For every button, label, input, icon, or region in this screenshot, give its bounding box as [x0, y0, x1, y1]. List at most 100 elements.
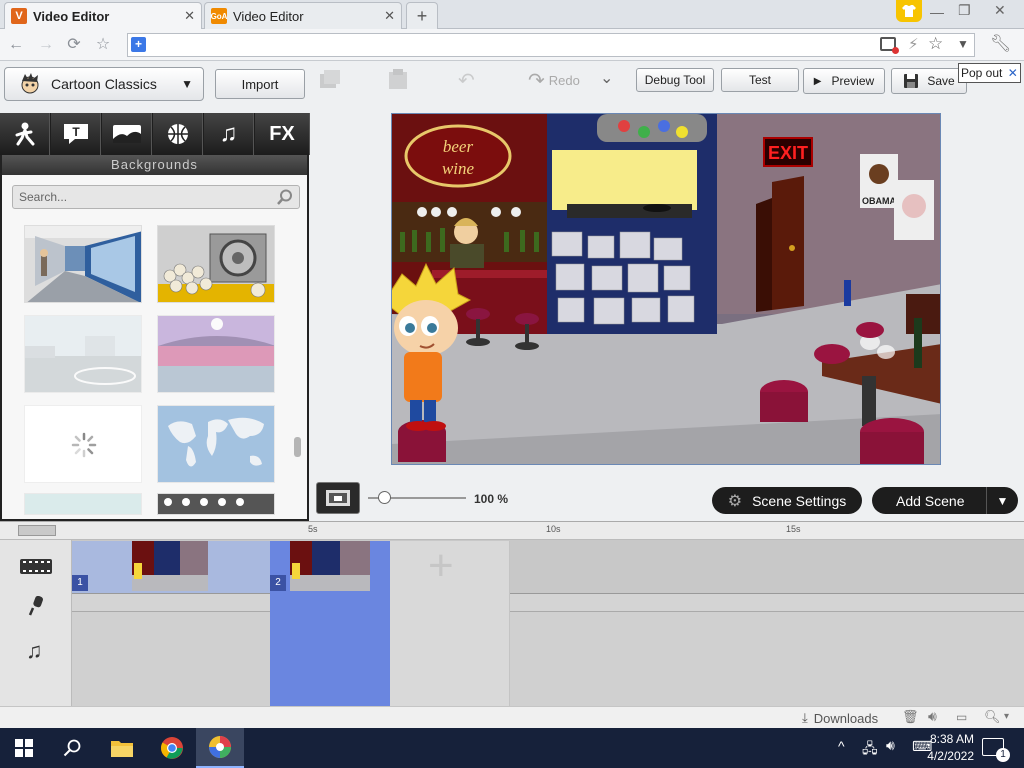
minimize-icon[interactable]: — [930, 4, 944, 20]
background-thumbnail-hallway[interactable] [24, 225, 142, 303]
zoom-icon[interactable]: 🔍︎ [984, 709, 1001, 725]
import-button[interactable]: Import [215, 69, 305, 99]
undo-icon[interactable]: ↶ [458, 68, 484, 92]
address-bar[interactable]: + ⚡ ☆ [127, 33, 975, 57]
start-button[interactable] [0, 728, 48, 768]
scene-thumbnail [132, 541, 208, 591]
more-chevron-icon[interactable]: ⌄ [600, 68, 613, 92]
downloads-button[interactable]: ⤓ Downloads [802, 710, 878, 726]
add-scene-dropdown-icon[interactable]: ▼ [986, 487, 1018, 514]
notifications-icon[interactable]: 1 [982, 738, 1010, 762]
zoom-value: 100 % [474, 492, 509, 506]
active-app-button[interactable] [196, 728, 244, 768]
tab-text[interactable]: T [51, 113, 101, 155]
scene-stage[interactable]: beer wine EXIT OBAMA [391, 113, 941, 465]
clock[interactable]: 8:38 AM 4/2/2022 [904, 731, 974, 765]
poster-text: OBAMA [862, 196, 896, 206]
pop-out-button[interactable]: Pop out ✕ [958, 63, 1021, 83]
timeline-scene-1[interactable]: 1 [72, 541, 270, 593]
timeline-add-scene-slot[interactable]: + [390, 541, 510, 707]
camera-view-button[interactable] [316, 482, 360, 514]
exit-sign-text: EXIT [768, 143, 808, 163]
speaker-icon[interactable]: 🔊︎ [928, 708, 937, 725]
preview-button[interactable]: ▶ Preview [803, 68, 885, 94]
tab-backgrounds[interactable] [102, 113, 152, 155]
back-icon[interactable]: ← [6, 35, 26, 55]
tab-props[interactable] [153, 113, 203, 155]
scene-thumbnail [290, 541, 370, 591]
background-thumbnail-partial-2[interactable] [157, 493, 275, 515]
bookmark-star-icon[interactable]: ☆ [93, 35, 113, 55]
zoom-slider-handle[interactable] [378, 491, 391, 504]
window-icon[interactable]: ▭ [956, 710, 967, 724]
search-button[interactable] [48, 728, 96, 768]
microphone-icon [28, 596, 43, 616]
debug-tool-button[interactable]: Debug Tool [636, 68, 714, 92]
screen-cast-icon[interactable] [880, 37, 899, 54]
test-button[interactable]: Test [721, 68, 799, 92]
theme-selector-dropdown[interactable]: Cartoon Classics ▼ [4, 67, 204, 101]
new-tab-button[interactable]: + [406, 2, 438, 29]
play-icon: ▶ [813, 75, 822, 87]
background-thumbnail-loading[interactable] [24, 405, 142, 483]
wrench-icon[interactable]: 🔧︎ [990, 34, 1012, 54]
timeline-scene-2-selected[interactable]: 2 [270, 541, 390, 707]
save-label: Save [927, 74, 955, 88]
chrome-button[interactable] [148, 728, 196, 768]
tab-title: Video Editor [233, 8, 304, 24]
zoom-dropdown-icon[interactable]: ▾ [1004, 711, 1009, 722]
chevron-up-icon[interactable]: ^ [838, 738, 845, 754]
close-tab-icon[interactable]: ✕ [184, 8, 195, 24]
backgrounds-scrollbar[interactable] [292, 217, 302, 517]
save-button[interactable]: Save [891, 68, 967, 94]
trash-icon[interactable]: 🗑︎ [902, 709, 919, 725]
close-icon[interactable]: ✕ [1008, 66, 1018, 80]
background-thumbnail-world-map[interactable] [157, 405, 275, 483]
background-thumbnail-stage[interactable] [157, 315, 275, 393]
loading-spinner-icon [71, 432, 97, 458]
clock-time: 8:38 AM [929, 732, 974, 746]
tab-fx[interactable]: FX [255, 113, 310, 155]
scrollbar-thumb[interactable] [294, 437, 301, 457]
timeline-scroll-handle[interactable] [18, 525, 56, 536]
close-window-icon[interactable]: ✕ [994, 2, 1006, 19]
background-thumbnail-street[interactable] [24, 315, 142, 393]
scene-settings-button[interactable]: ⚙ Scene Settings [712, 487, 862, 514]
clock-date: 4/2/2022 [927, 749, 974, 763]
volume-icon[interactable]: 🔊︎ [886, 737, 895, 754]
background-thumbnail-vault[interactable] [157, 225, 275, 303]
dropdown-arrow-icon[interactable]: ▼ [957, 37, 969, 51]
reload-icon[interactable]: ⟳ [64, 35, 84, 55]
notification-count: 1 [996, 748, 1010, 762]
search-input[interactable]: Search... [12, 185, 300, 209]
add-scene-button[interactable]: Add Scene ▼ [872, 487, 1018, 514]
voice-track-lane[interactable] [72, 594, 1024, 612]
forward-icon[interactable]: → [36, 35, 56, 55]
background-icon [112, 125, 141, 143]
star-icon[interactable]: ☆ [928, 34, 943, 54]
music-icon: ♫ [219, 120, 238, 147]
cartoon-head-icon [21, 73, 39, 94]
paste-icon[interactable] [386, 68, 412, 92]
flash-icon[interactable]: ⚡ [908, 35, 919, 53]
network-icon[interactable]: 🖧︎ [862, 738, 878, 762]
text-icon: T [63, 124, 88, 144]
browser-tab-bar: V Video Editor ✕ GoA Video Editor ✕ + — … [0, 0, 1024, 29]
background-thumbnail-partial-1[interactable] [24, 493, 142, 515]
file-explorer-button[interactable] [98, 728, 146, 768]
ruler-tick: 5s [308, 524, 318, 534]
music-track-lane[interactable] [72, 612, 1024, 707]
close-tab-icon[interactable]: ✕ [384, 8, 395, 24]
redo-button[interactable]: ↷ Redo [528, 68, 588, 92]
site-shield-icon: + [131, 37, 146, 52]
tab-characters[interactable] [0, 113, 50, 155]
tab-video-editor-active[interactable]: V Video Editor ✕ [4, 2, 202, 29]
restore-icon[interactable]: ❐ [958, 2, 971, 19]
backgrounds-title: Backgrounds [2, 155, 307, 175]
extension-shirt-icon[interactable] [896, 0, 922, 22]
search-icon[interactable] [277, 189, 293, 205]
timeline-ruler[interactable]: 5s 10s 15s [0, 522, 1024, 540]
copy-icon[interactable] [318, 68, 344, 92]
tab-video-editor-2[interactable]: GoA Video Editor ✕ [204, 2, 402, 29]
tab-music[interactable]: ♫ [204, 113, 254, 155]
